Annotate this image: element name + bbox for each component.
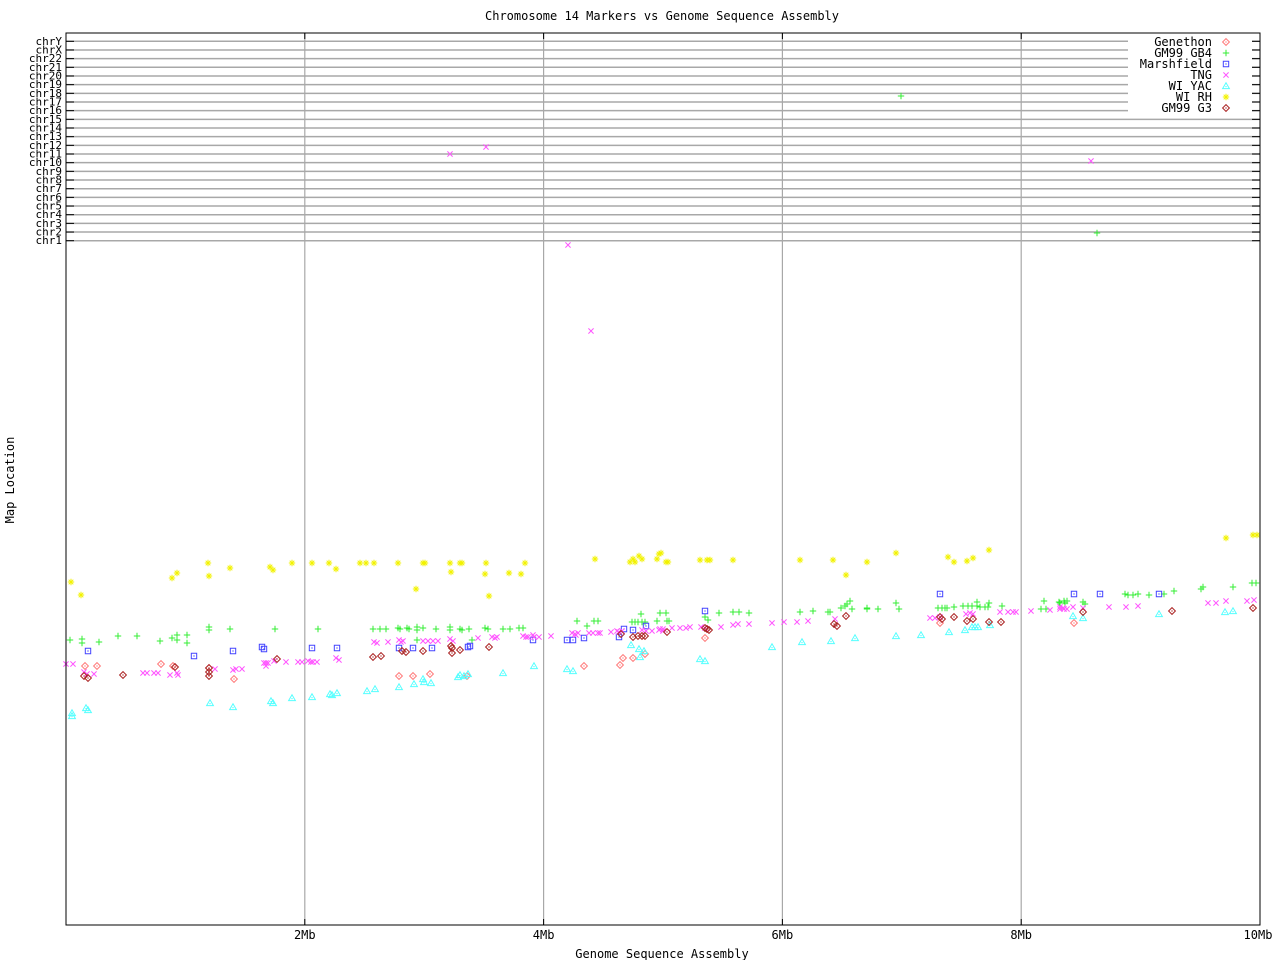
x-tick-label-10Mb: 10Mb xyxy=(1244,928,1273,942)
x-tick-label-6Mb: 6Mb xyxy=(772,928,794,942)
chart-plot-area: chrYchrXchr22chr21chr20chr19chr18chr17ch… xyxy=(29,32,1273,942)
series-gm99-g3 xyxy=(79,603,1258,683)
x-tick-label-4Mb: 4Mb xyxy=(533,928,555,942)
series-wi-rh xyxy=(67,531,1261,600)
y-tick-label-chr1: chr1 xyxy=(36,234,63,247)
x-tick-label-2Mb: 2Mb xyxy=(294,928,316,942)
plot-frame xyxy=(65,32,1261,926)
chart-page: Chromosome 14 Markers vs Genome Sequence… xyxy=(0,0,1280,960)
x-gridlines xyxy=(304,33,1022,925)
legend-label-gm99-g3: GM99 G3 xyxy=(1161,101,1212,115)
x-tick-label-8Mb: 8Mb xyxy=(1010,928,1032,942)
series-gm99-gb4 xyxy=(66,92,1260,647)
chromosome-gridlines: chrYchrXchr22chr21chr20chr19chr18chr17ch… xyxy=(29,35,1260,247)
legend-symbol-star xyxy=(1222,93,1230,101)
series-wi-yac xyxy=(67,606,1238,720)
plot-border: 2Mb 4Mb 6Mb 8Mb 10Mb xyxy=(65,32,1273,942)
series-tng xyxy=(63,144,1257,678)
